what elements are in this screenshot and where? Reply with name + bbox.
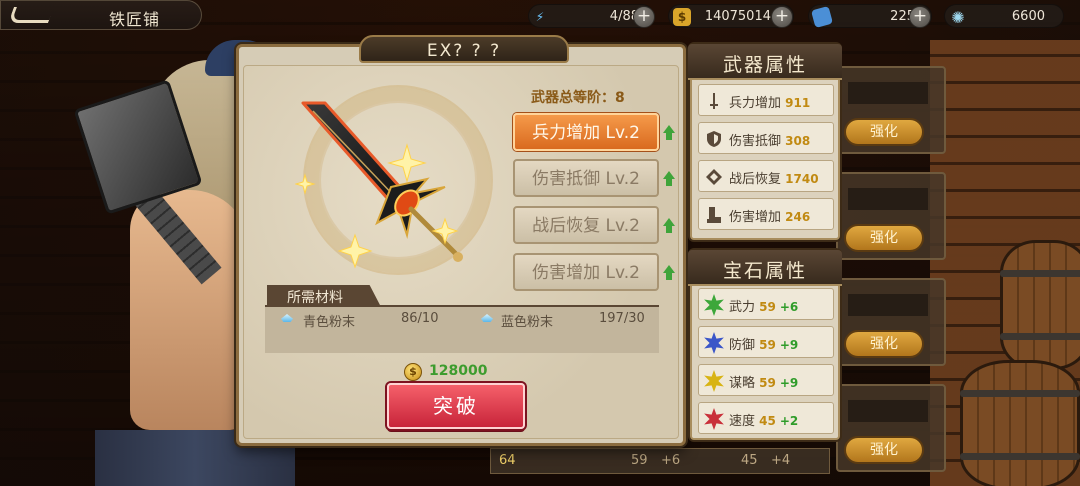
gem-row: 武力 59 +6 [698, 288, 834, 320]
top-bar: 铁匠铺 ⚡ 4/88 + $ 14075014 + 225 + ✺ 6600 [0, 0, 1080, 32]
attribute-row: 战后恢复 1740 [698, 160, 834, 192]
gold-value: 14075014 [704, 9, 771, 24]
breakthrough-button[interactable]: 突破 [387, 383, 525, 429]
weapon-rank-label: 武器总等阶：8 [531, 90, 625, 106]
material-count: 86/10 [401, 311, 439, 326]
gem-row: 防御 59 +9 [698, 326, 834, 358]
upgrade-arrow-icon [663, 265, 675, 281]
gem-row: 谋略 59 +9 [698, 364, 834, 396]
crystal-counter: ✺ 6600 [944, 4, 1064, 28]
stat-bonus: +6 [661, 453, 681, 468]
material-name: 青色粉末 [303, 315, 356, 330]
materials-header: 所需材料 [267, 285, 381, 307]
cyan-powder-icon [281, 314, 293, 322]
barrel [960, 360, 1080, 486]
material-count: 197/30 [599, 311, 645, 326]
enhance-button[interactable]: 强化 [844, 224, 924, 252]
crystal-icon: ✺ [951, 7, 965, 27]
blacksmith-character [130, 190, 250, 430]
attribute-row: 伤害增加 246 [698, 198, 834, 230]
green-gem-icon [704, 294, 724, 316]
add-stamina-button[interactable]: + [633, 6, 655, 28]
page-title: 铁匠铺 [109, 10, 161, 29]
stamina-counter: ⚡ 4/88 + [528, 4, 655, 28]
crystal-value: 6600 [1011, 9, 1045, 24]
gem-row: 速度 45 +2 [698, 402, 834, 434]
stat-bonus: +4 [771, 453, 791, 468]
panel-title: 宝石属性 [722, 260, 807, 282]
back-arrow-icon [8, 7, 54, 23]
list-item: 强化 [836, 278, 946, 366]
stat-value: 59 [631, 453, 648, 468]
upgrade-arrow-icon [663, 218, 675, 234]
gold-counter: $ 14075014 + [668, 4, 794, 28]
blue-powder-icon [481, 314, 493, 322]
item-value: 225 [890, 9, 915, 24]
attribute-row: 伤害抵御 308 [698, 122, 834, 154]
attribute-value: 308 [785, 134, 811, 148]
shield-icon [707, 131, 721, 147]
bottom-stat-strip: 64 59 +6 45 +4 [490, 448, 830, 474]
scroll-icon [810, 5, 834, 29]
weapon-breakthrough-dialog: EX? ? ? 武器总等阶：8 兵力增加 Lv.2 伤害抵御 Lv.2 战后恢复… [236, 35, 686, 446]
attribute-value: 246 [785, 210, 811, 224]
sword-icon [710, 93, 718, 109]
blue-gem-icon [704, 332, 724, 354]
stat-option-recovery[interactable]: 战后恢复 Lv.2 [513, 206, 659, 244]
enhance-button[interactable]: 强化 [844, 330, 924, 358]
lightning-icon: ⚡ [535, 10, 545, 24]
heal-icon [706, 169, 722, 185]
barrel [1000, 240, 1080, 370]
panel-title: 武器属性 [722, 54, 807, 76]
red-gem-icon [704, 408, 724, 430]
enhance-button[interactable]: 强化 [844, 436, 924, 464]
item-counter: 225 + [808, 4, 932, 29]
gold-coin-icon: $ [673, 8, 691, 26]
attribute-value: 911 [785, 96, 811, 110]
add-gold-button[interactable]: + [771, 6, 793, 28]
stat-option-troops[interactable]: 兵力增加 Lv.2 [513, 113, 659, 151]
materials-list: 青色粉末 86/10 蓝色粉末 197/30 [265, 305, 659, 353]
boot-icon [707, 207, 721, 223]
list-item: 强化 [836, 66, 946, 154]
stat-option-defense[interactable]: 伤害抵御 Lv.2 [513, 159, 659, 197]
yellow-gem-icon [704, 370, 724, 392]
weapon-icon [295, 101, 463, 269]
weapon-attributes-panel: 武器属性 兵力增加 911 伤害抵御 308 战后恢复 1740 伤害增加 24… [688, 44, 842, 240]
enhance-button[interactable]: 强化 [844, 118, 924, 146]
upgrade-arrow-icon [663, 171, 675, 187]
gold-cost: 128000 [429, 363, 488, 379]
stat-value: 45 [741, 453, 758, 468]
level-badge: 64 [499, 453, 516, 468]
list-item: 强化 [836, 172, 946, 260]
list-item: 强化 [836, 384, 946, 472]
attribute-row: 兵力增加 911 [698, 84, 834, 116]
gold-coin-icon: $ [404, 363, 422, 381]
attribute-value: 1740 [785, 172, 819, 186]
add-item-button[interactable]: + [909, 6, 931, 28]
dialog-title: EX? ? ? [426, 41, 502, 61]
back-button[interactable]: 铁匠铺 [0, 0, 202, 30]
stat-option-damage[interactable]: 伤害增加 Lv.2 [513, 253, 659, 291]
material-name: 蓝色粉末 [501, 315, 554, 330]
equipment-list: 强化 强化 强化 强化 [836, 40, 946, 472]
stamina-value: 4/88 [609, 9, 639, 24]
gem-attributes-panel: 宝石属性 武力 59 +6 防御 59 +9 谋略 59 +9 速度 45 +2 [688, 250, 842, 440]
upgrade-arrow-icon [663, 125, 675, 141]
